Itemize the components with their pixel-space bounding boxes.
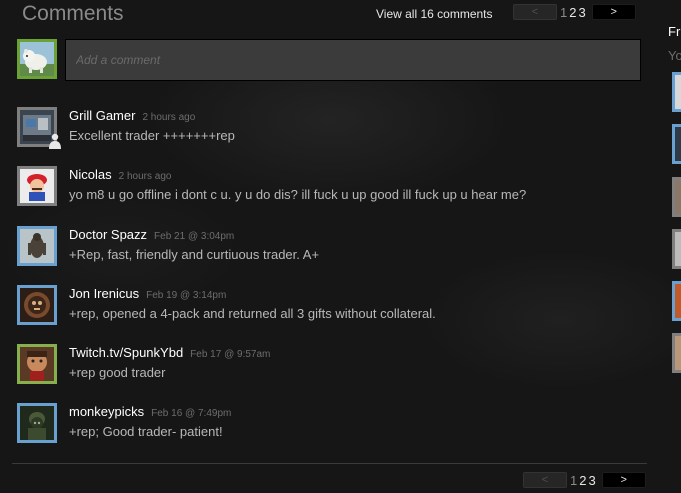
sidebar-title: Fr: [668, 24, 681, 39]
comment-text: +rep; Good trader- patient!: [69, 424, 223, 439]
page-3-link[interactable]: 3: [588, 473, 595, 488]
comment-author-link[interactable]: monkeypicks: [69, 404, 144, 419]
friend-avatar[interactable]: [672, 72, 681, 112]
comment-text: +rep good trader: [69, 365, 166, 380]
page-3-link[interactable]: 3: [578, 5, 585, 20]
commenter-avatar[interactable]: [17, 166, 57, 206]
comment-author-link[interactable]: Twitch.tv/SpunkYbd: [69, 345, 183, 360]
comment-item: Twitch.tv/SpunkYbd Feb 17 @ 9:57am +rep g…: [17, 344, 647, 388]
page-1-current: 1: [560, 4, 568, 20]
comment-item: Jon Irenicus Feb 19 @ 3:14pm +rep, opened…: [17, 285, 647, 329]
comment-item: Nicolas 2 hours ago yo m8 u go offline i …: [17, 166, 647, 210]
my-avatar[interactable]: [17, 39, 57, 79]
comment-text: yo m8 u go offline i dont c u. y u do di…: [69, 187, 527, 202]
prev-page-button[interactable]: <: [523, 472, 567, 488]
next-page-button[interactable]: >: [601, 472, 646, 488]
polar-bear-avatar-icon: [20, 42, 54, 76]
comment-item: Grill Gamer 2 hours ago Excellent trader …: [17, 107, 647, 151]
cartoon-mario-avatar-icon: [20, 169, 54, 203]
creature-avatar-icon: [20, 229, 54, 263]
comment-timestamp: 2 hours ago: [142, 112, 196, 123]
comment-author-row: Nicolas 2 hours ago: [69, 167, 171, 182]
page-numbers: 1 2 3: [560, 5, 588, 20]
comment-author-link[interactable]: Nicolas: [69, 167, 112, 182]
page-2-link[interactable]: 2: [579, 473, 586, 488]
comment-timestamp: Feb 16 @ 7:49pm: [151, 408, 232, 419]
add-comment-input[interactable]: [65, 39, 641, 81]
comment-author-row: monkeypicks Feb 16 @ 7:49pm: [69, 404, 231, 419]
comment-timestamp: 2 hours ago: [118, 171, 172, 182]
friend-avatar[interactable]: [672, 229, 681, 269]
prev-page-button[interactable]: <: [513, 4, 557, 20]
next-page-button[interactable]: >: [591, 4, 636, 20]
comment-text: Excellent trader +++++++rep: [69, 128, 235, 143]
comment-text: +Rep, fast, friendly and curtiuous trade…: [69, 247, 320, 262]
commenter-avatar[interactable]: [17, 403, 57, 443]
page-1-current: 1: [570, 472, 578, 488]
comment-item: Doctor Spazz Feb 21 @ 3:04pm +Rep, fast, …: [17, 226, 647, 270]
emblem-avatar-icon: [20, 288, 54, 322]
comment-author-link[interactable]: Jon Irenicus: [69, 286, 139, 301]
face-avatar-icon: [20, 347, 54, 381]
comment-author-link[interactable]: Doctor Spazz: [69, 227, 147, 242]
comment-timestamp: Feb 17 @ 9:57am: [190, 349, 271, 360]
sidebar-subtitle: Yo: [668, 48, 681, 63]
commenter-avatar[interactable]: [17, 285, 57, 325]
comment-author-row: Twitch.tv/SpunkYbd Feb 17 @ 9:57am: [69, 345, 270, 360]
soldier-avatar-icon: [20, 406, 54, 440]
friend-avatar[interactable]: [672, 124, 681, 164]
view-all-comments-link[interactable]: View all 16 comments: [376, 7, 493, 21]
comment-timestamp: Feb 19 @ 3:14pm: [146, 290, 227, 301]
commenter-avatar[interactable]: [17, 344, 57, 384]
comment-timestamp: Feb 21 @ 3:04pm: [154, 231, 235, 242]
friend-avatar[interactable]: [672, 281, 681, 321]
page-numbers: 1 2 3: [570, 473, 598, 488]
friend-person-icon: [49, 133, 61, 149]
comments-header: Comments View all 16 comments < 1 2 3 >: [0, 0, 650, 30]
comments-divider: [12, 463, 647, 464]
commenter-avatar[interactable]: [17, 226, 57, 266]
page-2-link[interactable]: 2: [569, 5, 576, 20]
comment-text: +rep, opened a 4-pack and returned all 3…: [69, 306, 436, 321]
comment-author-row: Grill Gamer 2 hours ago: [69, 108, 195, 123]
comment-author-row: Jon Irenicus Feb 19 @ 3:14pm: [69, 286, 226, 301]
pagination-bottom: < 1 2 3 >: [523, 472, 646, 488]
friend-avatar[interactable]: [672, 177, 681, 217]
comment-author-row: Doctor Spazz Feb 21 @ 3:04pm: [69, 227, 234, 242]
comment-item: monkeypicks Feb 16 @ 7:49pm +rep; Good tr…: [17, 403, 647, 447]
friend-avatar[interactable]: [672, 333, 681, 373]
comment-author-link[interactable]: Grill Gamer: [69, 108, 135, 123]
page-title: Comments: [22, 2, 124, 25]
pagination-top: < 1 2 3 >: [513, 4, 636, 20]
